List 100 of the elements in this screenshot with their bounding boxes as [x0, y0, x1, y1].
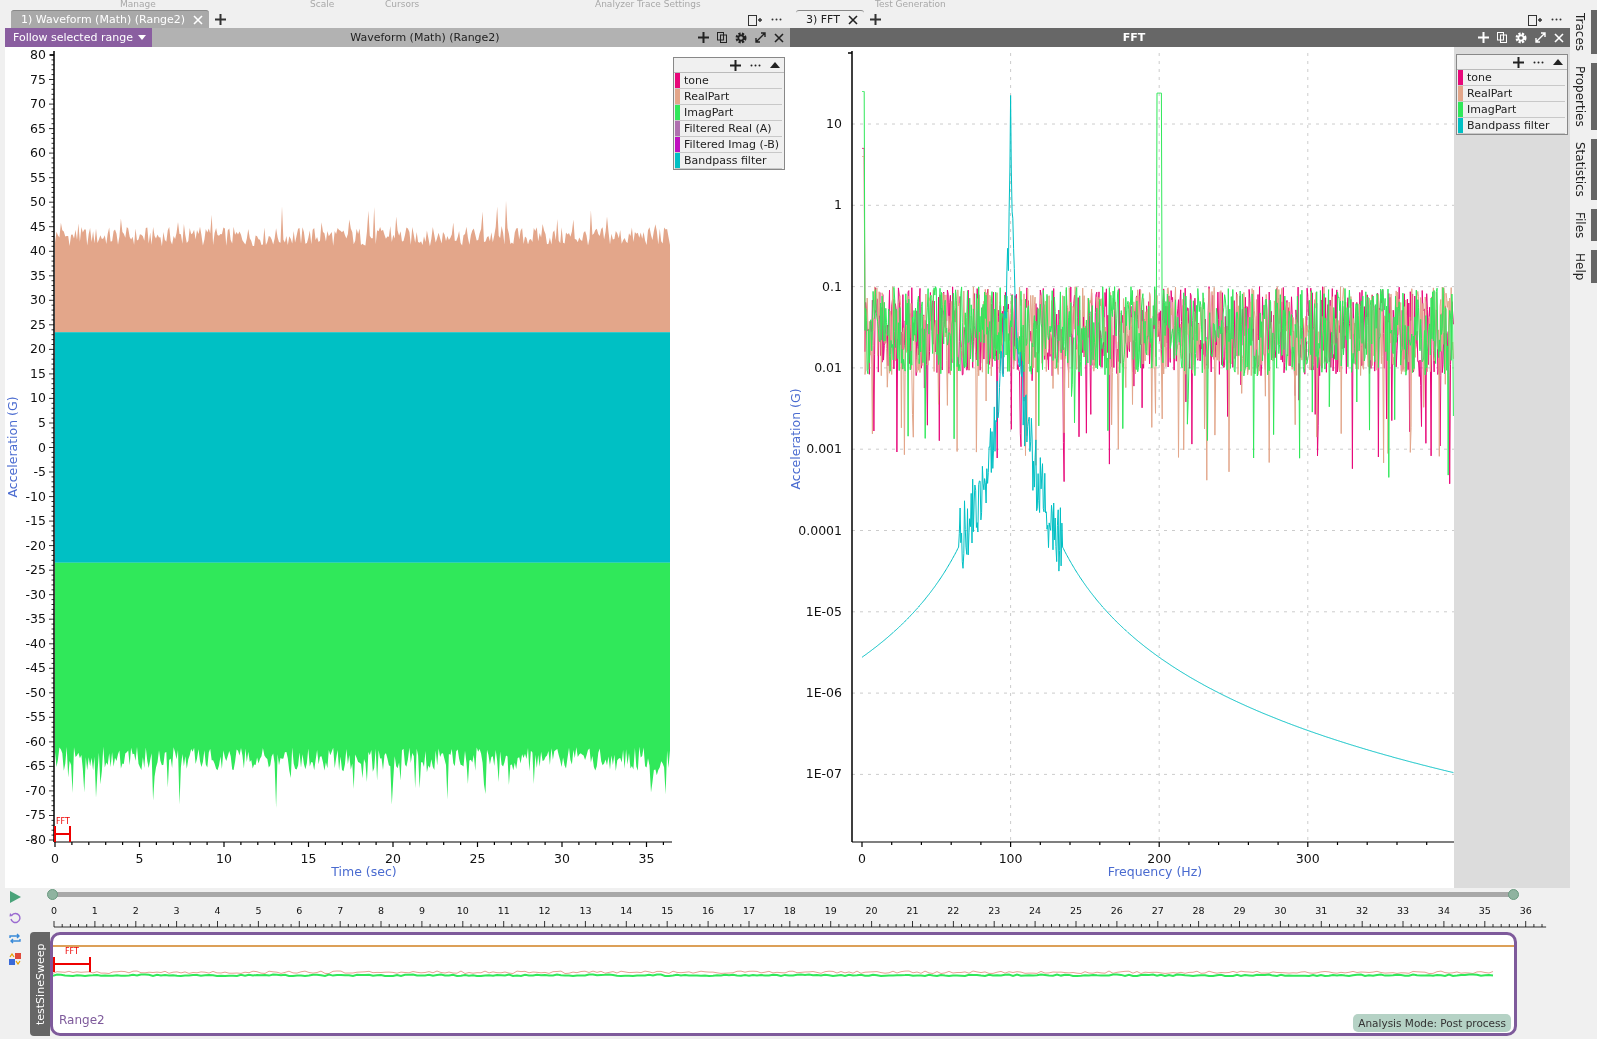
axis-tick-label: -50	[25, 684, 46, 700]
ruler-label: 7	[337, 905, 344, 916]
ruler-label: 13	[579, 905, 592, 916]
legend-label: RealPart	[684, 89, 730, 104]
ruler-label: 33	[1397, 905, 1410, 916]
panel-tab[interactable]: 3) FFT	[796, 10, 864, 28]
axis-tick-label: 0	[51, 851, 59, 866]
axis-tick-label: 35	[638, 851, 655, 866]
axis-tick-label: -60	[25, 733, 46, 749]
axis-tick-label: 0.001	[806, 441, 842, 457]
close-icon[interactable]	[847, 14, 858, 25]
expand-icon[interactable]	[755, 32, 766, 43]
ruler-label: 11	[497, 905, 510, 916]
analysis-mode-badge: Analysis Mode: Post process	[1353, 1014, 1511, 1032]
ruler-label: 32	[1356, 905, 1369, 916]
axis-tick-label: 25	[30, 316, 46, 332]
axis-tick-label: -30	[25, 586, 46, 602]
axis-tick-label: -25	[25, 562, 46, 578]
ruler-label: 19	[824, 905, 837, 916]
axis-tick-label: -10	[25, 488, 46, 504]
axis-tick-label: 15	[300, 851, 317, 866]
add-icon[interactable]	[215, 14, 227, 25]
ruler-label: 14	[620, 905, 633, 916]
add-icon[interactable]	[869, 14, 881, 25]
axis-tick-label: 65	[30, 120, 46, 136]
axis-tick-label: 25	[469, 851, 486, 866]
axis-tick-label: -75	[25, 807, 46, 823]
ruler-label: 15	[661, 905, 674, 916]
sidebar-tab[interactable]: Statistics	[1570, 138, 1597, 200]
more-icon[interactable]	[1533, 60, 1544, 64]
range-label: Range2	[59, 1013, 105, 1027]
undo-icon[interactable]	[9, 912, 21, 924]
ribbon-group-label: Scale	[310, 0, 335, 9]
ruler-label: 0	[51, 905, 57, 916]
close-icon[interactable]	[774, 32, 784, 43]
sidebar-tab[interactable]: Help	[1570, 249, 1597, 284]
sidebar-tab[interactable]: Properties	[1570, 63, 1597, 130]
axis-tick-label: 60	[30, 145, 46, 161]
swap-icon[interactable]	[9, 953, 21, 965]
ruler-label: 35	[1478, 905, 1491, 916]
ruler-label: 17	[742, 905, 755, 916]
add-icon[interactable]	[1513, 56, 1524, 68]
add-icon[interactable]	[698, 32, 709, 43]
axis-tick-label: 1E-05	[805, 603, 842, 619]
play-icon[interactable]	[9, 891, 21, 903]
settings-icon[interactable]	[735, 31, 747, 44]
copy-icon[interactable]	[717, 32, 727, 43]
ruler-label: 31	[1315, 905, 1328, 916]
axis-tick-label: 0.01	[814, 359, 842, 375]
more-icon[interactable]	[750, 63, 761, 67]
axis-tick-label: -5	[33, 464, 46, 480]
axis-tick-label: 10	[30, 390, 46, 406]
more-icon[interactable]	[1551, 18, 1562, 21]
new-window-icon[interactable]	[748, 13, 762, 26]
ruler-label: 29	[1233, 905, 1246, 916]
sidebar-tab[interactable]: Files	[1570, 208, 1597, 241]
axis-tick-label: 0	[858, 851, 866, 866]
axis-tick-label: 20	[30, 341, 46, 357]
ruler-label: 3	[173, 905, 180, 916]
repeat-icon[interactable]	[9, 933, 21, 944]
ruler-label: 16	[702, 905, 715, 916]
sidebar-tab[interactable]: Traces	[1570, 10, 1597, 55]
add-icon[interactable]	[730, 59, 741, 71]
axis-tick-label: 80	[30, 47, 46, 62]
more-icon[interactable]	[771, 18, 782, 21]
axis-tick-label: 200	[1147, 851, 1172, 866]
ruler-label: 2	[132, 905, 139, 916]
ruler-label: 20	[865, 905, 878, 916]
legend-label: Filtered Imag (-B)	[684, 137, 780, 152]
axis-title: Frequency (Hz)	[1107, 864, 1203, 879]
follow-range-dropdown[interactable]: Follow selected range	[5, 28, 152, 47]
axis-tick-label: 0.0001	[798, 522, 842, 538]
ruler-label: 18	[783, 905, 796, 916]
new-window-icon[interactable]	[1528, 13, 1542, 26]
ruler-label: 9	[418, 905, 425, 916]
axis-tick-label: 40	[30, 243, 46, 259]
ribbon-group-label: Manage	[120, 0, 156, 9]
ruler-label: 34	[1437, 905, 1450, 916]
panel-title: FFT	[1121, 31, 1147, 44]
axis-tick-label: 1E-07	[805, 766, 842, 782]
copy-icon[interactable]	[1497, 32, 1507, 43]
axis-tick-label: -20	[25, 537, 46, 553]
axis-tick-label: -55	[25, 709, 46, 725]
axis-tick-label: -65	[25, 758, 46, 774]
ruler-label: 24	[1029, 905, 1042, 916]
collapse-icon[interactable]	[1553, 59, 1563, 65]
ruler-label: 4	[214, 905, 221, 916]
ruler-label: 6	[296, 905, 303, 916]
legend-label: Bandpass filter	[684, 153, 767, 168]
axis-tick-label: 70	[30, 96, 46, 112]
ruler-label: 25	[1069, 905, 1083, 916]
collapse-icon[interactable]	[770, 62, 780, 68]
ribbon-group-label: Test Generation	[875, 0, 946, 9]
scrubber-handle[interactable]	[47, 889, 58, 900]
scrubber-handle[interactable]	[1508, 889, 1519, 900]
legend-label: RealPart	[1467, 86, 1513, 101]
axis-tick-label: 45	[30, 218, 46, 234]
axis-tick-label: 1	[834, 197, 842, 213]
ruler-label: 22	[947, 905, 960, 916]
axis-tick-label: 0.1	[822, 278, 842, 294]
